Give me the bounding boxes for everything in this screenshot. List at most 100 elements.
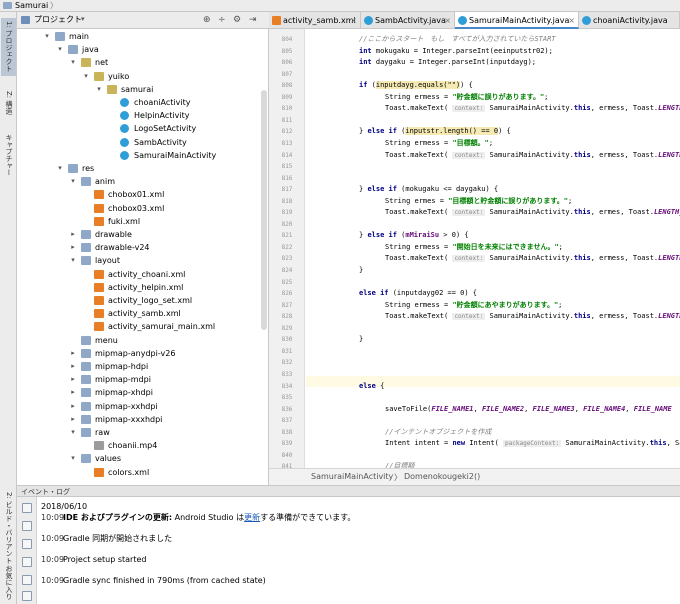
mark-read-icon[interactable]: [22, 521, 32, 531]
tree-item[interactable]: choaniActivity: [17, 96, 257, 109]
chevron-down-icon[interactable]: ▾: [56, 43, 64, 56]
tree-item[interactable]: SamuraiMainActivity: [17, 149, 257, 162]
tree-item[interactable]: ▸ mipmap-xxhdpi: [17, 400, 257, 413]
code-token: this: [649, 439, 667, 448]
tree-item[interactable]: ▸ mipmap-mdpi: [17, 373, 257, 386]
chevron-down-icon[interactable]: ▾: [82, 70, 90, 83]
line-number: 833: [281, 370, 293, 378]
tree-item[interactable]: ▸ drawable: [17, 228, 257, 241]
tree-item[interactable]: activity_logo_set.xml: [17, 294, 257, 307]
code-token: int: [359, 46, 376, 55]
chevron-down-icon[interactable]: ▾: [43, 30, 51, 43]
tree-item[interactable]: ▾ res: [17, 162, 257, 175]
chevron-down-icon[interactable]: ▾: [81, 15, 85, 23]
close-icon[interactable]: ×: [350, 12, 357, 29]
tree-item[interactable]: ▾ values: [17, 452, 257, 465]
tree-item[interactable]: ▾ samurai: [17, 83, 257, 96]
tree-item[interactable]: HelpinActivity: [17, 109, 257, 122]
code-token: LENGTH_SHORT: [658, 312, 680, 321]
chevron-right-icon[interactable]: ▸: [69, 413, 77, 426]
xml-icon: [94, 322, 104, 332]
gear-icon[interactable]: ⚙: [233, 15, 241, 25]
tree-item[interactable]: ▾ anim: [17, 175, 257, 188]
code-token: this: [573, 150, 591, 159]
chevron-right-icon[interactable]: ▸: [69, 347, 77, 360]
tree-item[interactable]: ▾ raw: [17, 426, 257, 439]
project-panel-title[interactable]: プロジェクト: [34, 15, 82, 25]
chevron-right-icon[interactable]: ▸: [69, 360, 77, 373]
chevron-down-icon[interactable]: ▾: [69, 426, 77, 439]
tree-item[interactable]: menu: [17, 334, 257, 347]
chevron-down-icon[interactable]: ▾: [69, 56, 77, 69]
tree-item[interactable]: ▸ drawable-v24: [17, 241, 257, 254]
chevron-right-icon[interactable]: ▸: [69, 241, 77, 254]
tree-item-label: activity_helpin.xml: [108, 282, 184, 292]
tree-scrollbar[interactable]: [261, 90, 267, 330]
settings-icon[interactable]: [22, 503, 32, 513]
tool-tab-project[interactable]: 1: プロジェクト: [1, 18, 16, 76]
line-number-gutter: 804 805 806 807 808 809 810 811 812 813 814 815 816 8…: [269, 29, 305, 468]
chevron-down-icon[interactable]: ▾: [69, 452, 77, 465]
tree-item[interactable]: ▸ mipmap-xhdpi: [17, 386, 257, 399]
log-entry: 10:09Gradle sync finished in 790ms (from…: [41, 575, 266, 586]
collapse-icon[interactable]: ÷: [218, 15, 226, 25]
sync-icon[interactable]: ⊕: [203, 15, 211, 25]
chevron-down-icon[interactable]: ▾: [56, 162, 64, 175]
tree-item[interactable]: LogoSetActivity: [17, 122, 257, 135]
line-number: 804: [281, 36, 293, 43]
tool-tab-structure[interactable]: Z: 構造: [1, 82, 16, 124]
sort-icon[interactable]: [22, 557, 32, 567]
folder-icon: [81, 428, 91, 437]
tree-item[interactable]: chobox03.xml: [17, 202, 257, 215]
chevron-down-icon[interactable]: ▾: [69, 254, 77, 267]
tree-item-label: SamuraiMainActivity: [134, 150, 217, 160]
tree-item[interactable]: ▾ layout: [17, 254, 257, 267]
tab-samb-activity[interactable]: SambActivity.java ×: [361, 12, 455, 29]
chevron-down-icon[interactable]: ▾: [95, 83, 103, 96]
tree-item[interactable]: ▸ mipmap-anydpi-v26: [17, 347, 257, 360]
tree-item[interactable]: ▾ main: [17, 30, 257, 43]
line-number: 817: [281, 186, 293, 194]
chevron-right-icon[interactable]: ▸: [69, 228, 77, 241]
close-icon[interactable]: ×: [444, 12, 451, 29]
tree-item[interactable]: activity_choani.xml: [17, 268, 257, 281]
tree-item[interactable]: ▾ net: [17, 56, 257, 69]
tab-activity-samb-xml[interactable]: activity_samb.xml ×: [269, 12, 361, 29]
code-token: (inputdayg02 == 0) {: [392, 289, 478, 298]
breadcrumb-project[interactable]: Samurai: [15, 1, 48, 11]
pin-icon[interactable]: [22, 539, 32, 549]
code-token: else if: [367, 185, 402, 194]
tool-tab-captures[interactable]: キャプチャー: [1, 130, 16, 180]
tab-choani-activity[interactable]: choaniActivity.java: [579, 12, 680, 29]
crumb-class[interactable]: SamuraiMainActivity: [311, 472, 393, 481]
tree-item[interactable]: colors.xml: [17, 466, 257, 479]
tree-item[interactable]: choanii.mp4: [17, 439, 257, 452]
tree-item[interactable]: ▾ java: [17, 43, 257, 56]
chevron-right-icon[interactable]: ▸: [69, 373, 77, 386]
tree-item[interactable]: fuki.xml: [17, 215, 257, 228]
chevron-right-icon[interactable]: ▸: [69, 400, 77, 413]
chevron-down-icon[interactable]: ▾: [69, 175, 77, 188]
trash-icon[interactable]: [22, 591, 32, 601]
tool-tab-favorites[interactable]: お気に入り: [1, 560, 16, 604]
tab-samurai-main-activity[interactable]: SamuraiMainActivity.java ×: [455, 12, 579, 29]
code-token: > 0) {: [439, 231, 469, 240]
code-line: Toast.makeText( context: SamuraiMainActi…: [385, 207, 680, 218]
update-link[interactable]: 更新: [244, 513, 260, 522]
close-icon[interactable]: ×: [568, 12, 575, 27]
chevron-right-icon[interactable]: ▸: [69, 386, 77, 399]
tree-item[interactable]: ▾ yuiko: [17, 70, 257, 83]
tree-item[interactable]: activity_samb.xml: [17, 307, 257, 320]
crumb-method[interactable]: Domenokougeki2(): [404, 472, 480, 481]
tree-item[interactable]: chobox01.xml: [17, 188, 257, 201]
tool-tab-build-variants[interactable]: 2: ビルド・バリアント: [1, 492, 16, 564]
code-editor[interactable]: 804 805 806 807 808 809 810 811 812 813 814 815 816 8…: [269, 29, 680, 468]
tree-item[interactable]: SambActivity: [17, 136, 257, 149]
tree-item[interactable]: activity_samurai_main.xml: [17, 320, 257, 333]
export-icon[interactable]: [22, 575, 32, 585]
tree-item[interactable]: activity_helpin.xml: [17, 281, 257, 294]
tree-item[interactable]: ▸ mipmap-xxxhdpi: [17, 413, 257, 426]
folder-icon: [3, 2, 12, 9]
tree-item[interactable]: ▸ mipmap-hdpi: [17, 360, 257, 373]
hide-icon[interactable]: ⇥: [249, 15, 257, 25]
